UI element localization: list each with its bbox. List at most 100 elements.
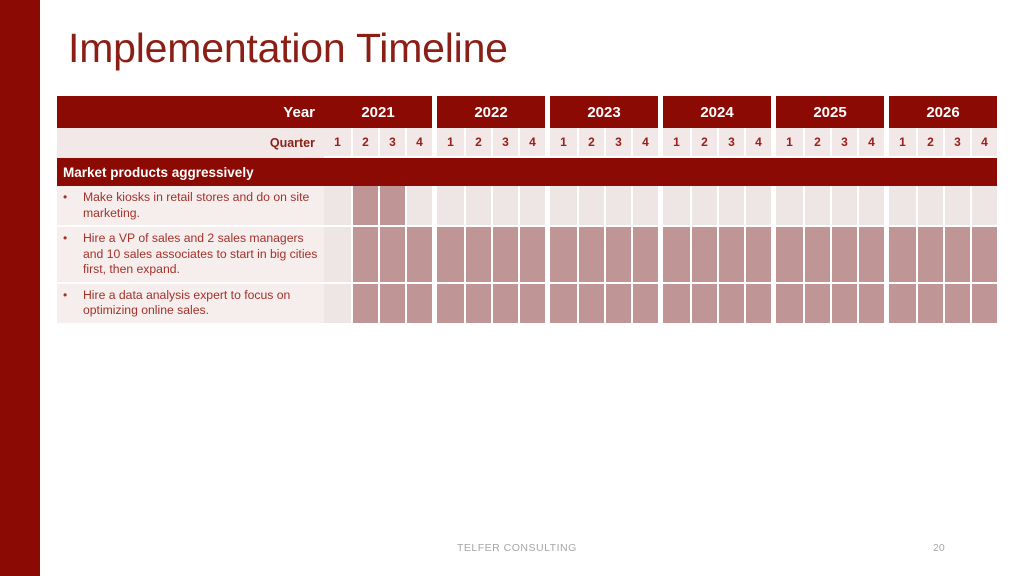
timeline-cell-2024-q4 <box>744 186 771 227</box>
timeline-cell-2022-q1 <box>437 227 464 284</box>
timeline-cell-2024-q3 <box>717 227 744 284</box>
quarter-header-2026-q1: 1 <box>889 128 916 158</box>
year-header-2023: 2023 <box>550 96 658 128</box>
timeline-cell-2021-q2 <box>351 186 378 227</box>
timeline-cell-2022-q3 <box>491 227 518 284</box>
timeline-cell-2023-q4 <box>631 283 658 325</box>
timeline-cell-2025-q3 <box>830 283 857 325</box>
timeline-cell-2022-q2 <box>464 227 491 284</box>
timeline-cell-2024-q2 <box>690 283 717 325</box>
quarter-header-2026-q3: 3 <box>943 128 970 158</box>
year-header-2022: 2022 <box>437 96 545 128</box>
section-header-row: Market products aggressively <box>57 158 997 186</box>
timeline-cell-2023-q1 <box>550 227 577 284</box>
task-label: • Hire a data analysis expert to focus on… <box>57 283 324 325</box>
year-header-2024: 2024 <box>663 96 771 128</box>
task-text: Hire a data analysis expert to focus on … <box>83 287 291 318</box>
timeline-cell-2025-q4 <box>857 227 884 284</box>
quarter-header-2023-q2: 2 <box>577 128 604 158</box>
quarter-header-2022-q2: 2 <box>464 128 491 158</box>
task-text: Make kiosks in retail stores and do on s… <box>83 190 310 220</box>
timeline-cell-2023-q2 <box>577 283 604 325</box>
table-row: • Hire a data analysis expert to focus on… <box>57 283 997 325</box>
timeline-cell-2021-q3 <box>378 186 405 227</box>
timeline-cell-2023-q2 <box>577 186 604 227</box>
timeline-cell-2024-q3 <box>717 283 744 325</box>
quarter-header-2024-q2: 2 <box>690 128 717 158</box>
timeline-cell-2021-q3 <box>378 227 405 284</box>
quarter-header-2021-q4: 4 <box>405 128 432 158</box>
timeline-cell-2025-q2 <box>803 283 830 325</box>
quarter-header-2024-q3: 3 <box>717 128 744 158</box>
timeline-cell-2025-q1 <box>776 283 803 325</box>
timeline-cell-2024-q1 <box>663 227 690 284</box>
timeline-cell-2022-q4 <box>518 186 545 227</box>
quarter-header-row: Quarter 1 2 3 4 1 2 3 4 1 2 3 4 1 2 3 4 1 2 3 4 1 2 3 4 <box>57 128 997 158</box>
timeline-cell-2022-q1 <box>437 186 464 227</box>
quarter-header-2023-q4: 4 <box>631 128 658 158</box>
timeline-cell-2026-q1 <box>889 227 916 284</box>
quarter-header-2025-q3: 3 <box>830 128 857 158</box>
year-header-2025: 2025 <box>776 96 884 128</box>
timeline-cell-2021-q1 <box>324 283 351 325</box>
timeline-cell-2023-q1 <box>550 186 577 227</box>
timeline-cell-2022-q4 <box>518 283 545 325</box>
timeline-cell-2026-q3 <box>943 283 970 325</box>
quarter-header-2021-q1: 1 <box>324 128 351 158</box>
timeline-cell-2025-q4 <box>857 186 884 227</box>
footer-page-number: 20 <box>933 542 945 554</box>
year-header-row: Year 2021 2022 2023 2024 2025 2026 <box>57 96 997 128</box>
page-title: Implementation Timeline <box>68 25 508 71</box>
timeline-cell-2026-q4 <box>970 227 997 284</box>
quarter-header-2023-q3: 3 <box>604 128 631 158</box>
timeline-cell-2021-q4 <box>405 227 432 284</box>
timeline-cell-2021-q1 <box>324 186 351 227</box>
timeline-cell-2026-q4 <box>970 186 997 227</box>
timeline-cell-2022-q4 <box>518 227 545 284</box>
timeline-cell-2025-q3 <box>830 186 857 227</box>
table-row: • Make kiosks in retail stores and do on … <box>57 186 997 227</box>
year-header-label: Year <box>57 96 324 128</box>
task-label: • Hire a VP of sales and 2 sales managers… <box>57 227 324 284</box>
bullet-icon: • <box>63 287 68 302</box>
quarter-header-2025-q4: 4 <box>857 128 884 158</box>
timeline-cell-2022-q2 <box>464 283 491 325</box>
timeline-cell-2025-q1 <box>776 227 803 284</box>
quarter-header-2025-q1: 1 <box>776 128 803 158</box>
quarter-header-2021-q2: 2 <box>351 128 378 158</box>
timeline-cell-2021-q2 <box>351 283 378 325</box>
task-label: • Make kiosks in retail stores and do on … <box>57 186 324 227</box>
timeline-cell-2026-q1 <box>889 283 916 325</box>
year-header-2026: 2026 <box>889 96 997 128</box>
task-text: Hire a VP of sales and 2 sales managers … <box>83 231 318 276</box>
timeline-cell-2025-q2 <box>803 186 830 227</box>
timeline-cell-2024-q3 <box>717 186 744 227</box>
timeline-cell-2021-q4 <box>405 283 432 325</box>
timeline-cell-2022-q3 <box>491 186 518 227</box>
quarter-header-2023-q1: 1 <box>550 128 577 158</box>
timeline-cell-2022-q2 <box>464 186 491 227</box>
timeline-cell-2026-q2 <box>916 227 943 284</box>
timeline-cell-2026-q2 <box>916 283 943 325</box>
quarter-header-2022-q3: 3 <box>491 128 518 158</box>
quarter-header-2026-q4: 4 <box>970 128 997 158</box>
timeline-cell-2025-q4 <box>857 283 884 325</box>
timeline-cell-2022-q1 <box>437 283 464 325</box>
quarter-header-2024-q1: 1 <box>663 128 690 158</box>
quarter-header-label: Quarter <box>57 128 324 158</box>
implementation-timeline-table: Year 2021 2022 2023 2024 2025 2026 Quarter 1 2 3 4 1… <box>57 96 997 325</box>
timeline-cell-2023-q3 <box>604 186 631 227</box>
timeline-cell-2024-q1 <box>663 283 690 325</box>
quarter-header-2022-q1: 1 <box>437 128 464 158</box>
timeline-cell-2023-q4 <box>631 227 658 284</box>
timeline-cell-2025-q1 <box>776 186 803 227</box>
timeline-cell-2023-q3 <box>604 283 631 325</box>
timeline-cell-2026-q1 <box>889 186 916 227</box>
timeline-cell-2025-q3 <box>830 227 857 284</box>
timeline-cell-2026-q3 <box>943 227 970 284</box>
year-header-2021: 2021 <box>324 96 432 128</box>
section-title: Market products aggressively <box>57 158 997 186</box>
timeline-cell-2024-q1 <box>663 186 690 227</box>
table-row: • Hire a VP of sales and 2 sales managers… <box>57 227 997 284</box>
timeline-cell-2022-q3 <box>491 283 518 325</box>
